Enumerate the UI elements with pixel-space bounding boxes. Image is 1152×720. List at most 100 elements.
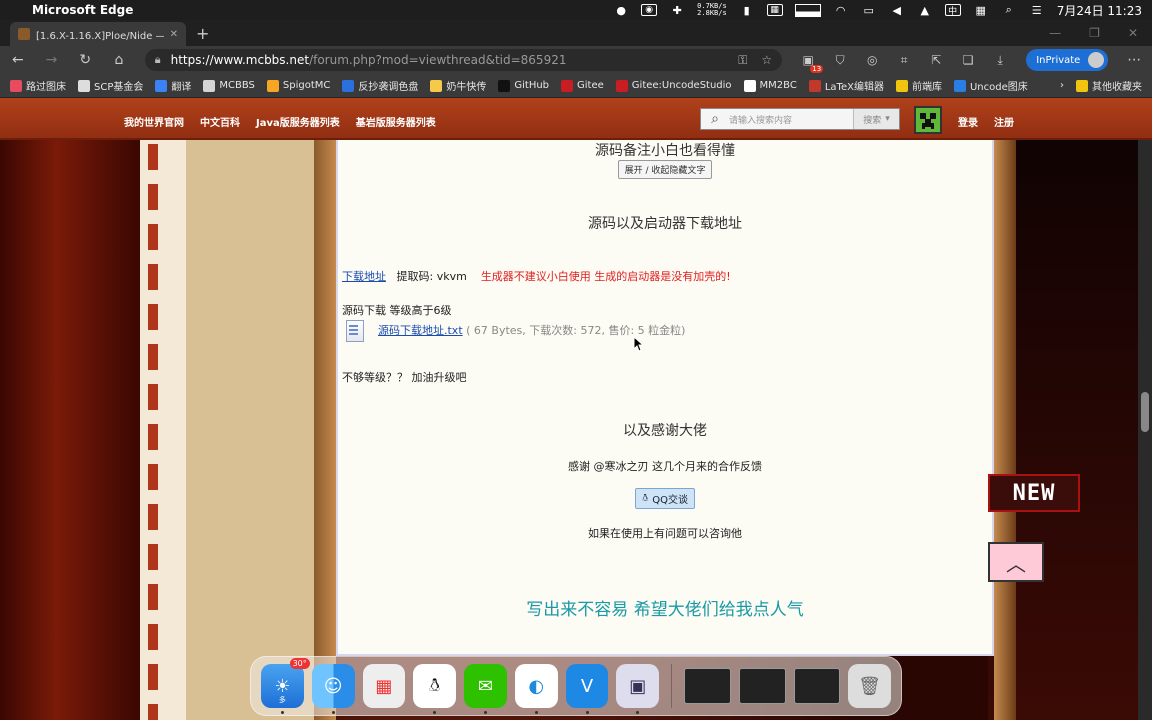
remote-desktop-app-icon[interactable]: ▣ [616,664,660,714]
tab-strip: [1.6.X-1.16.X]Ploe/Nide —— 统一 ✕ + — ❐ ✕ [0,20,1152,46]
downloads-icon[interactable]: ⤓ [992,52,1008,68]
download-link[interactable]: 下载地址 [342,270,386,283]
minimize-icon[interactable]: — [1049,26,1061,40]
qq-app-icon[interactable]: 🐧︎ [413,664,457,714]
more-menu-icon[interactable]: ⋯ [1126,52,1142,68]
site-nav-item[interactable]: 我的世界官网 [124,114,184,129]
favorite-star-icon[interactable]: ☆ [761,53,772,68]
refresh-button[interactable]: ↻ [77,52,93,68]
minimized-window-2[interactable] [738,668,786,704]
wifi-icon[interactable]: ◠ [833,4,849,17]
control-center-icon[interactable]: ☰ [1029,4,1045,17]
bookmark-icon [953,79,966,92]
back-button[interactable]: ← [10,52,26,68]
new-tab-button[interactable]: + [186,24,219,46]
launchpad-app-icon[interactable]: ▦ [362,664,406,708]
chevron-right-icon[interactable]: › [1060,80,1064,91]
bookmark-item[interactable]: MM2BC [743,79,797,92]
vpn-app-icon[interactable]: V [565,664,609,714]
wechat-app-icon[interactable]: ✉ [464,664,507,714]
heading-download: 源码以及启动器下载地址 [588,216,742,232]
site-nav-item[interactable]: 中文百科 [200,114,240,129]
cpu-icon[interactable]: ▦ [766,4,783,16]
cast-icon[interactable]: ⇱ [928,52,944,68]
bookmark-item[interactable]: 路过图床 [10,78,66,93]
attachment-link[interactable]: 源码下载地址.txt [378,324,463,337]
address-bar[interactable]: 🔒︎ https://www.mcbbs.net/forum.php?mod=v… [144,49,783,71]
bookmark-item[interactable]: 奶牛快传 [430,78,486,93]
bookmark-label: LaTeX编辑器 [824,82,884,93]
page-scrollbar[interactable] [1138,140,1152,720]
input-method[interactable]: 中 [944,4,961,17]
bookmark-icon [78,79,90,92]
url-path: /forum.php?mod=viewthread&tid=865921 [309,53,567,67]
restore-icon[interactable]: ❐ [1089,26,1100,40]
strip-notch [148,184,158,210]
close-window-icon[interactable]: ✕ [1128,26,1138,40]
tab-title: [1.6.X-1.16.X]Ploe/Nide —— 统一 [36,30,164,42]
expand-collapse-button[interactable]: 展开 / 收起隐藏文字 [617,160,713,179]
color-picker-icon[interactable]: ◎ [864,52,880,68]
edge-app-icon[interactable]: ◐ [514,664,558,714]
display-icon[interactable]: ▭ [861,4,877,17]
bookmark-item[interactable]: 翻译 [155,78,191,93]
lock-icon[interactable]: 🔒︎ [155,53,161,67]
collections-icon[interactable]: ❏ [960,52,976,68]
bookmark-item[interactable]: MCBBS [203,79,255,92]
minimized-window-3[interactable] [793,668,841,704]
gamepad-icon[interactable]: ✚ [669,4,685,17]
volume-icon[interactable]: ◀ [889,4,905,17]
register-link[interactable]: 注册 [994,114,1014,129]
qq-status-icon[interactable]: ● [613,4,629,17]
inprivate-button[interactable]: InPrivate [1026,49,1109,71]
bookmark-item[interactable]: Gitee:UncodeStudio [615,79,732,92]
scrollbar-thumb[interactable] [1141,392,1149,432]
crop-icon[interactable]: ⌗ [896,52,912,68]
screen-record-icon[interactable]: ◉ [641,4,658,16]
weather-app-icon[interactable]: ☀ 30° 多 [261,658,310,714]
trash-icon[interactable]: 🗑︎ [848,664,891,708]
search-input[interactable]: 请输入搜索内容 [729,113,853,126]
bookmark-label: Gitee:UncodeStudio [631,80,732,91]
navigation-toolbar: ← → ↻ ⌂ 🔒︎ https://www.mcbbs.net/forum.p… [0,46,1152,74]
bookmark-label: 翻译 [171,82,192,93]
minimized-window-1[interactable] [684,668,731,704]
site-nav: 我的世界官网 中文百科 Java版服务器列表 基岩版服务器列表 [124,114,436,129]
home-button[interactable]: ⌂ [111,52,127,68]
key-icon[interactable]: ⚿ [738,53,747,68]
close-tab-icon[interactable]: ✕ [170,29,178,40]
login-link[interactable]: 登录 [958,114,978,129]
bookmark-item[interactable]: Uncode图床 [953,78,1028,93]
active-app-name[interactable]: Microsoft Edge [32,3,133,17]
new-badge-sticker[interactable]: NEW [988,474,1080,512]
eject-icon[interactable]: ▲ [917,4,933,17]
chevron-down-icon: ▾ [885,114,890,124]
finder-app-icon[interactable]: ☺ [311,664,355,714]
site-nav-item[interactable]: 基岩版服务器列表 [356,114,436,129]
bookmark-item[interactable]: SpigotMC [266,79,330,92]
search-button[interactable]: 搜索 ▾ [853,109,899,129]
extension-icon[interactable]: ▣ 13 [800,52,824,73]
bookmark-item[interactable]: LaTeX编辑器 [808,78,884,93]
site-header: 我的世界官网 中文百科 Java版服务器列表 基岩版服务器列表 ⌕ 请输入搜索内容 搜… [0,98,1152,140]
site-nav-item[interactable]: Java版服务器列表 [256,114,340,129]
bookmark-label: MCBBS [219,80,255,91]
cpu-graph-icon[interactable] [794,3,821,17]
grid-icon[interactable]: ▦ [973,4,989,17]
qq-chat-button[interactable]: 🐧︎ QQ交谈 [635,488,695,509]
bookmark-item[interactable]: Gitee [561,79,604,92]
creeper-avatar-icon[interactable] [914,106,942,134]
tab-active[interactable]: [1.6.X-1.16.X]Ploe/Nide —— 统一 ✕ [10,22,186,46]
spotlight-icon[interactable]: ⌕ [1001,3,1017,16]
forward-button[interactable]: → [44,52,60,68]
bookmark-item[interactable]: SCP基金会 [78,78,143,93]
menubar-clock[interactable]: 7月24日 11:23 [1057,2,1142,19]
memory-icon[interactable]: ▮ [739,4,755,17]
other-bookmarks[interactable]: 其他收藏夹 [1076,78,1142,93]
bookmark-item[interactable]: 前端库 [895,78,942,93]
bookmark-item[interactable]: 反抄袭调色盘 [342,78,418,93]
shield-icon[interactable]: ⛉ [832,52,848,68]
back-to-top-button[interactable]: ︿ [988,542,1044,582]
bookmark-item[interactable]: GitHub [498,79,549,92]
net-down: 2.8KB/s [697,9,727,17]
